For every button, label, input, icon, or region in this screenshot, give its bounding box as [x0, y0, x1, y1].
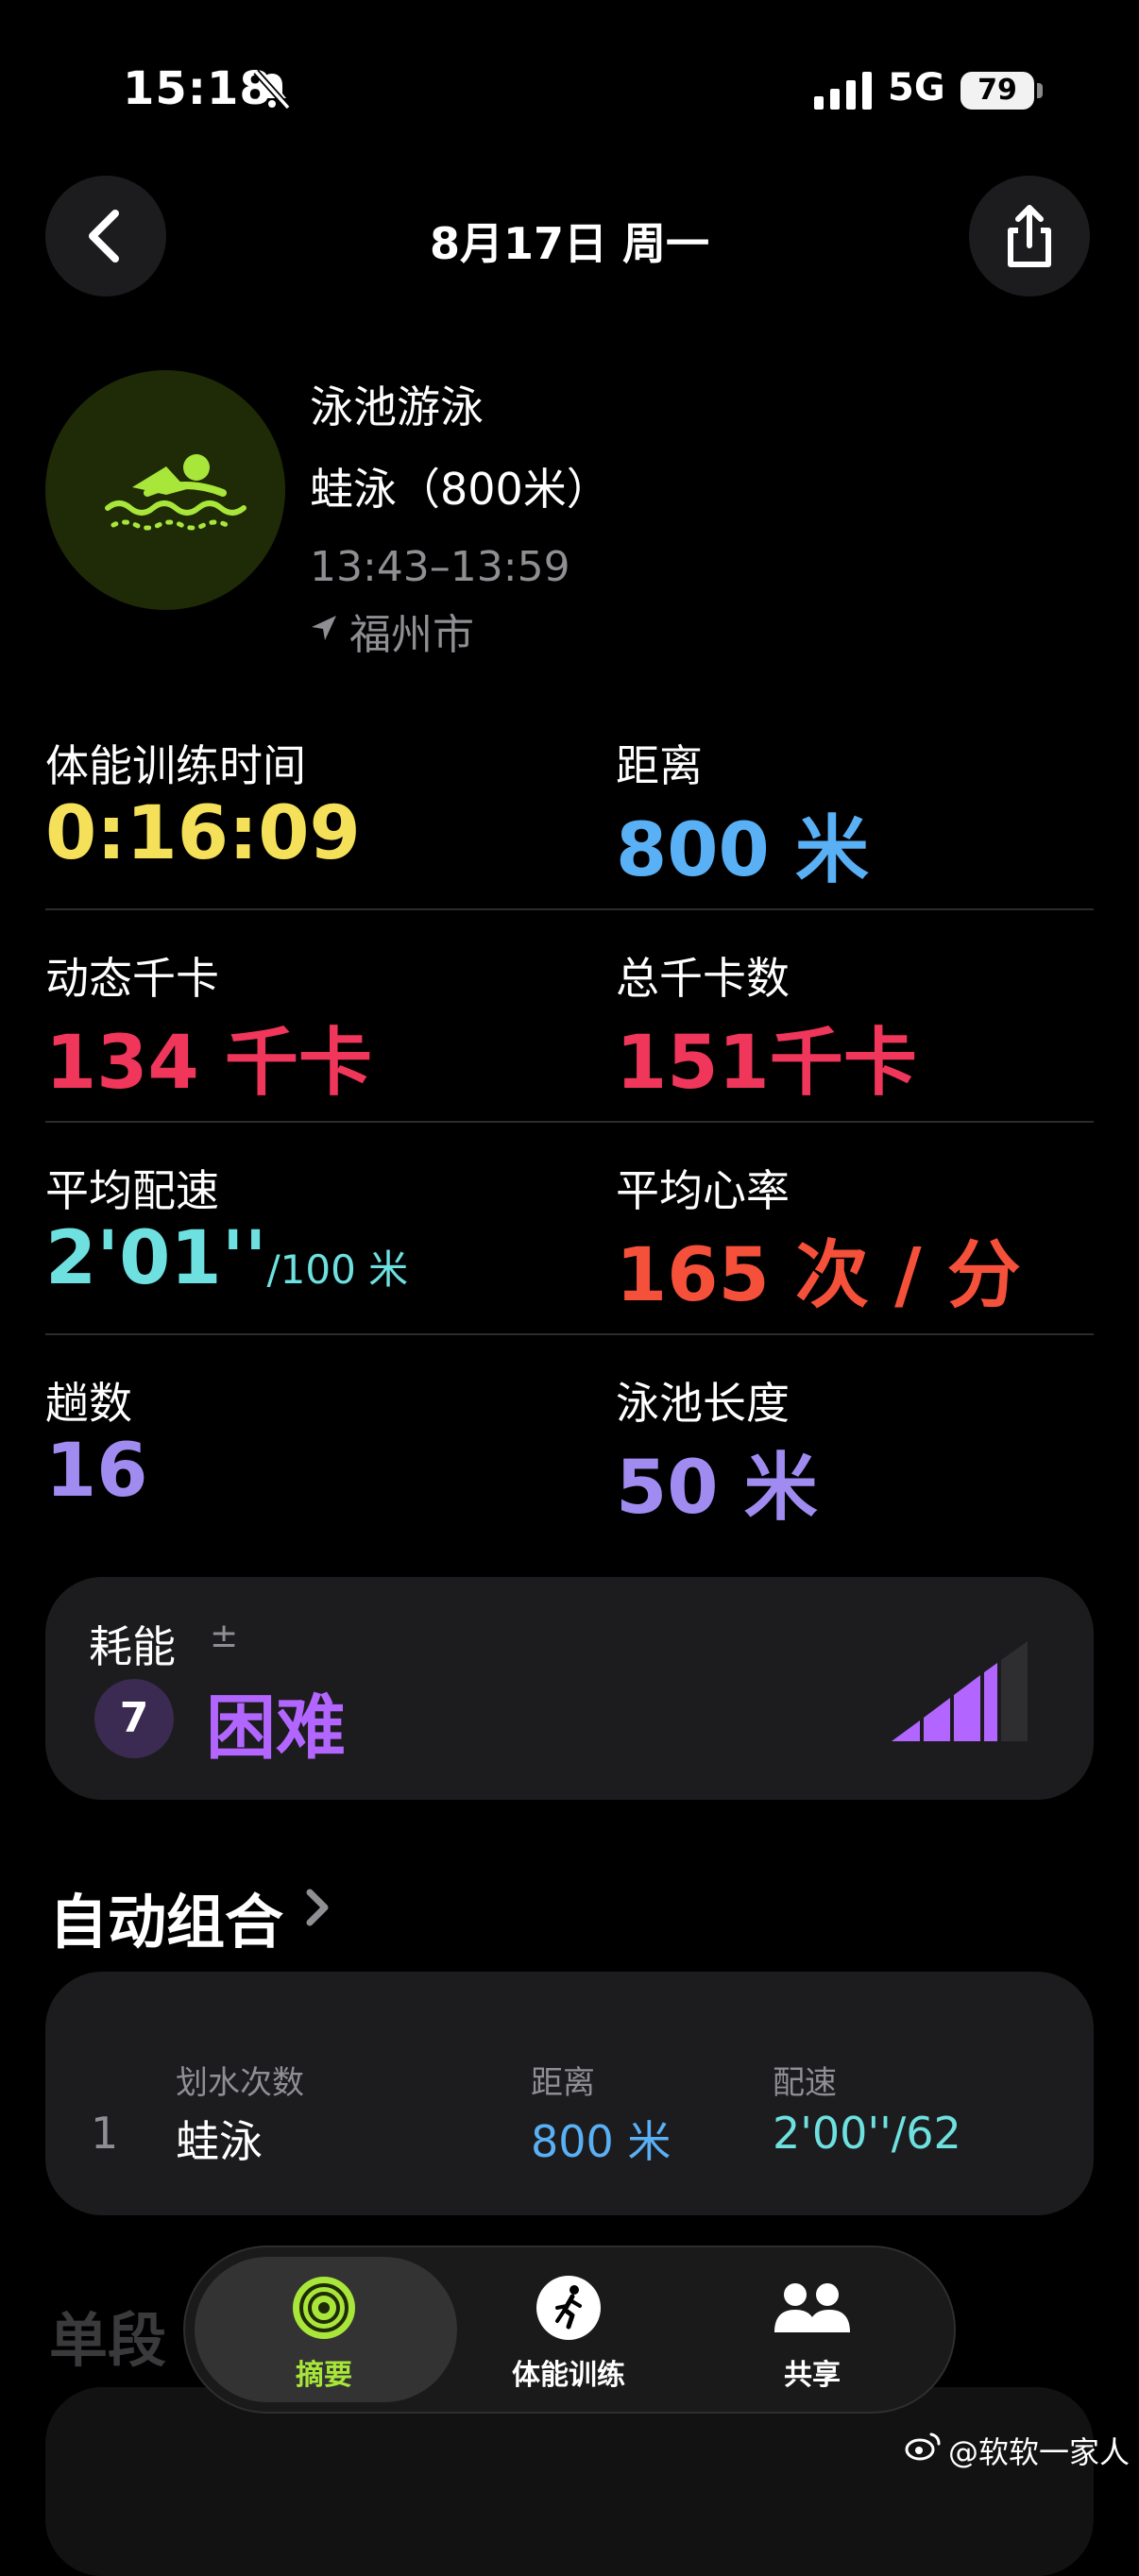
metric-value-active-calories: 134 千卡	[45, 1021, 372, 1106]
metric-value-duration: 0:16:09	[45, 791, 361, 876]
effort-level-bars-icon	[892, 1641, 1028, 1741]
workout-subtitle: 蛙泳（800米）	[310, 464, 610, 515]
network-type: 5G	[888, 66, 945, 110]
workout-time-range: 13:43–13:59	[310, 543, 570, 591]
workout-type-badge	[45, 370, 285, 610]
metric-value-total-calories: 151千卡	[616, 1021, 917, 1106]
header-strokes: 划水次数	[176, 2064, 304, 2102]
effort-label: 耗能	[89, 1621, 176, 1672]
divider	[45, 908, 1094, 910]
silent-bell-icon	[253, 69, 291, 110]
metric-value-pool-length: 50 米	[616, 1446, 818, 1531]
people-icon	[774, 2283, 850, 2332]
metric-label-pool-length: 泳池长度	[616, 1378, 790, 1429]
tab-workout-label: 体能训练	[512, 2359, 625, 2392]
metric-label-duration: 体能训练时间	[45, 740, 306, 791]
header-pace: 配速	[773, 2064, 837, 2102]
metric-label-avg-heart-rate: 平均心率	[616, 1165, 790, 1216]
segments-title: 单段	[49, 2306, 167, 2375]
effort-adjust-symbol[interactable]: ±	[210, 1617, 238, 1655]
metric-label-active-calories: 动态千卡	[45, 953, 219, 1004]
share-icon	[1008, 205, 1051, 267]
metric-value-avg-pace: 2'01''/100 米	[45, 1216, 409, 1301]
swimmer-icon	[105, 454, 246, 531]
watermark-text: @软软一家人	[948, 2434, 1130, 2470]
battery-cap	[1037, 83, 1043, 98]
cellular-signal-icon	[814, 72, 872, 110]
metric-label-avg-pace: 平均配速	[45, 1165, 219, 1216]
row-stroke: 蛙泳	[176, 2116, 263, 2167]
metric-label-laps: 趟数	[45, 1378, 132, 1429]
auto-sets-title[interactable]: 自动组合	[49, 1874, 283, 1959]
share-button[interactable]	[969, 176, 1090, 297]
location-arrow-icon	[312, 616, 336, 640]
battery-indicator: 79	[960, 72, 1034, 110]
row-distance: 800 米	[531, 2116, 672, 2167]
metric-label-total-calories: 总千卡数	[616, 953, 790, 1004]
activity-rings-icon	[293, 2277, 355, 2339]
metric-value-distance: 800 米	[616, 808, 869, 893]
segments-card	[45, 2387, 1094, 2576]
effort-level-text: 困难	[206, 1687, 346, 1769]
workout-location: 福州市	[349, 611, 474, 659]
tab-summary-label: 摘要	[296, 2359, 352, 2392]
metric-label-distance: 距离	[616, 740, 703, 791]
header-distance: 距离	[531, 2064, 595, 2102]
weibo-logo-icon	[905, 2432, 941, 2461]
metric-value-avg-heart-rate: 165 次 / 分	[616, 1233, 1021, 1318]
chevron-right-icon[interactable]	[300, 1881, 334, 1934]
tab-sharing-label: 共享	[784, 2359, 841, 2392]
workout-type: 泳池游泳	[310, 381, 484, 432]
row-index: 1	[91, 2108, 119, 2159]
running-figure-icon	[536, 2276, 601, 2340]
effort-level-badge: 7	[94, 1679, 174, 1758]
divider	[45, 1121, 1094, 1123]
metric-value-laps: 16	[45, 1429, 148, 1514]
row-pace: 2'00''/62	[773, 2108, 961, 2159]
divider	[45, 1333, 1094, 1335]
